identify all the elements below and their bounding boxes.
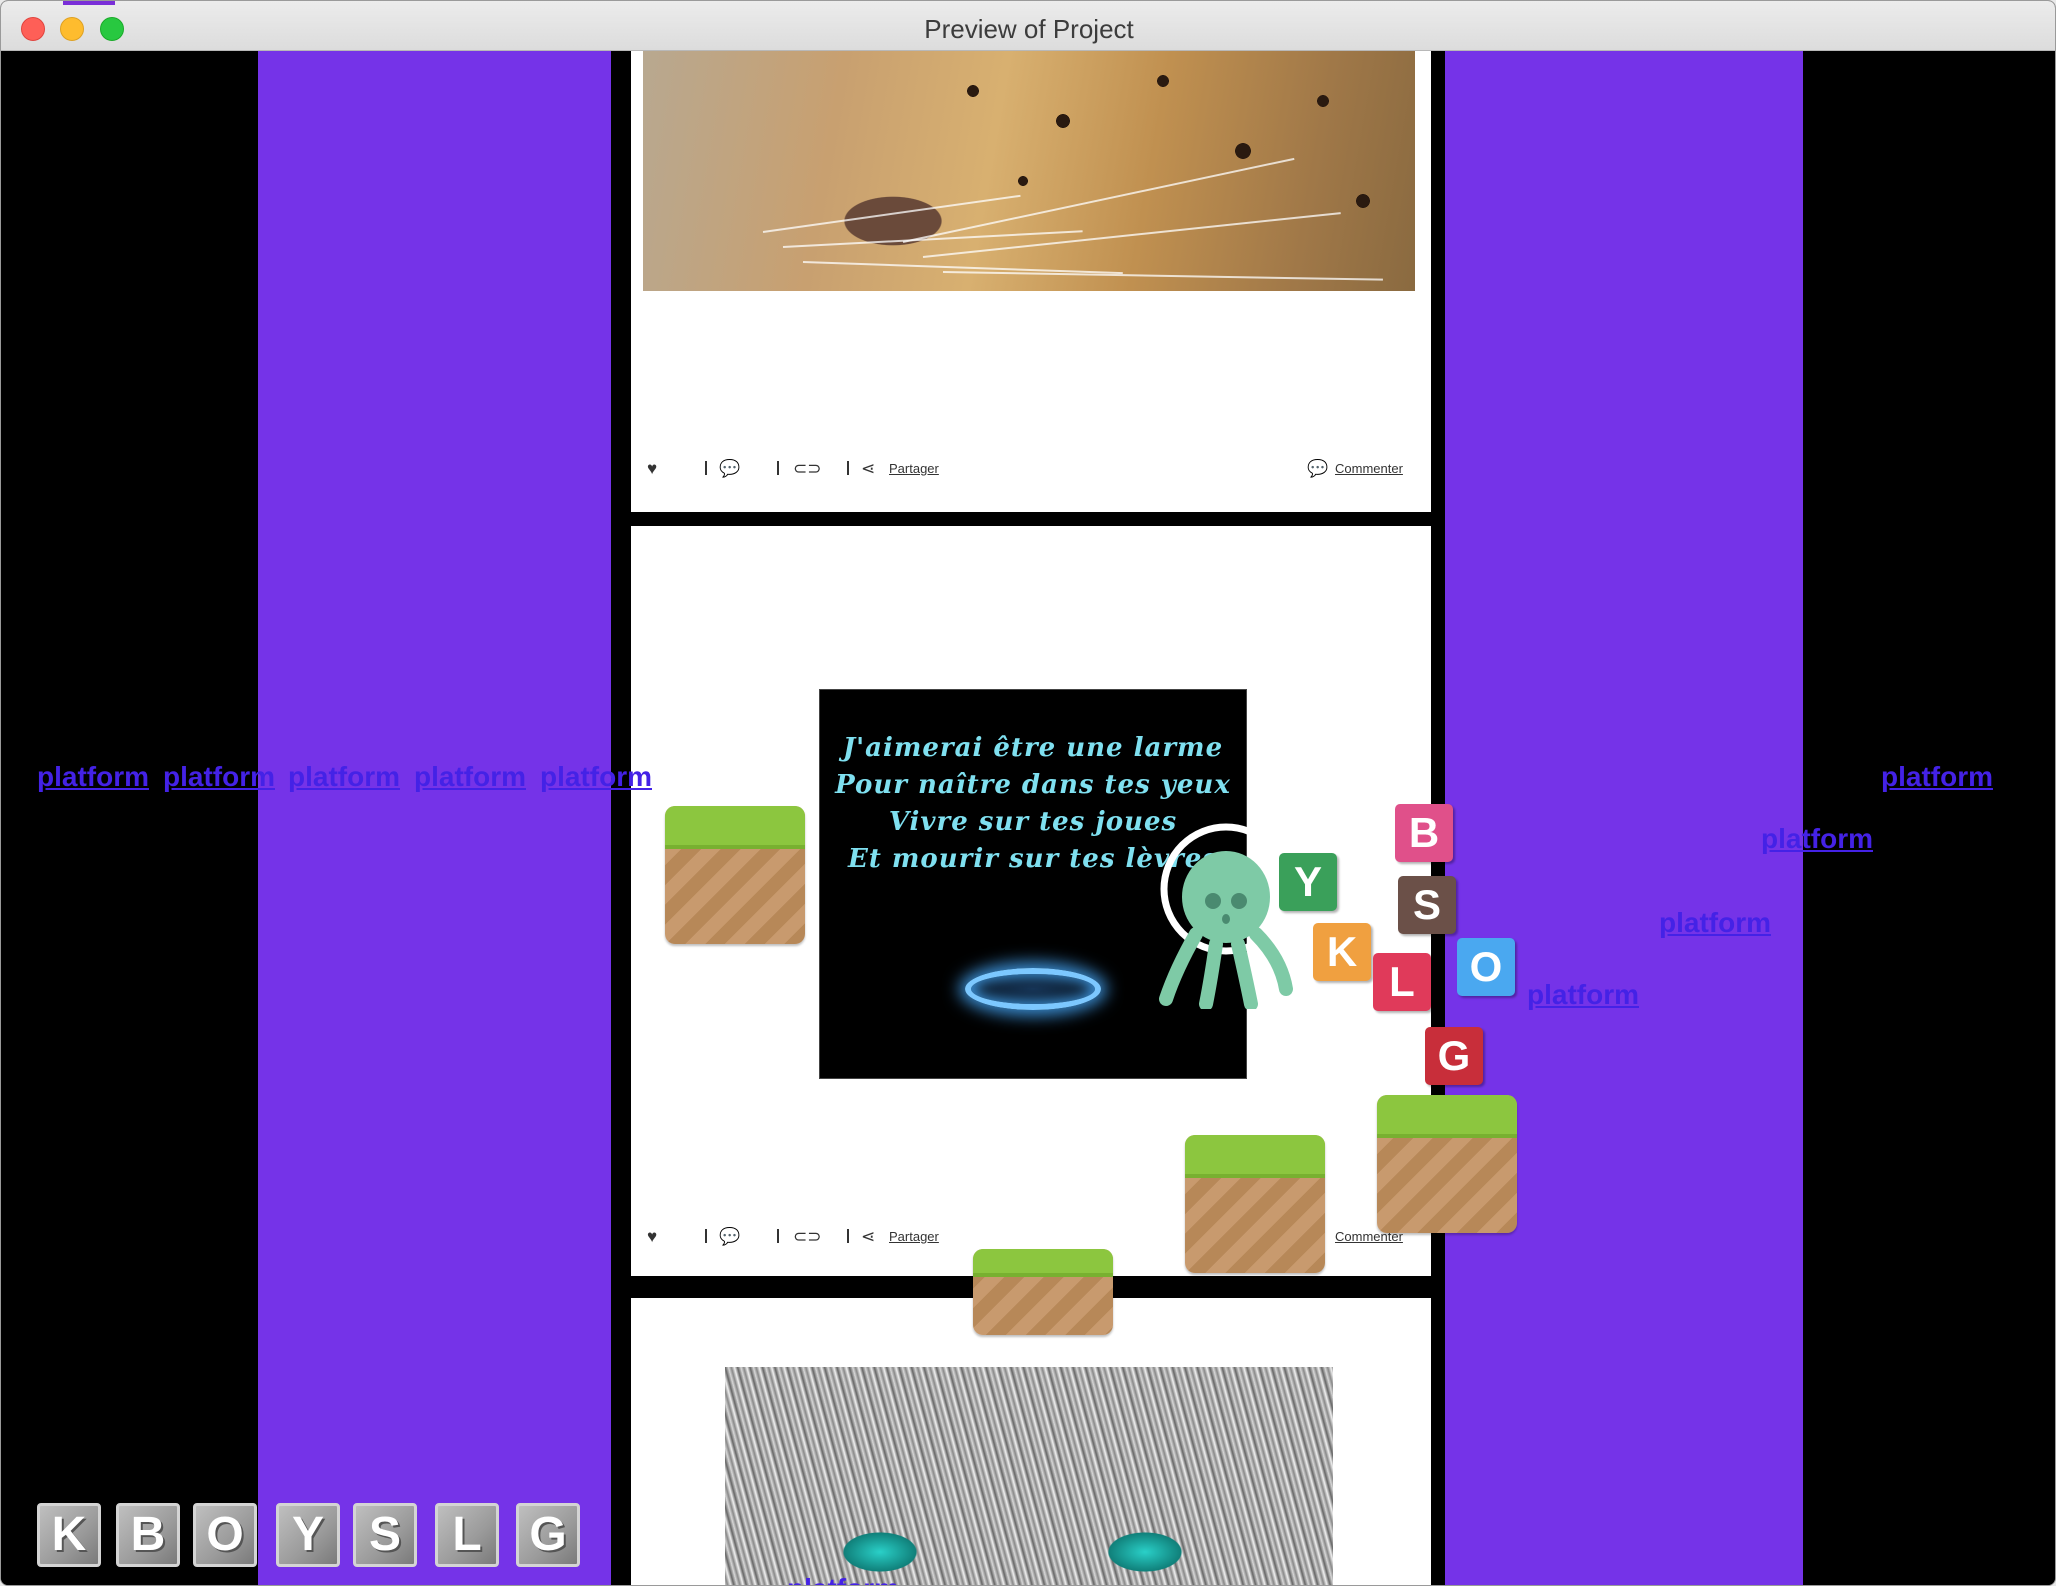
post-actions-bar: ♥ 💬 ⊂⊃ ⋖ Partager 💬 Commenter [643, 455, 1413, 485]
letter-tile-b: B [1395, 804, 1453, 862]
preview-window: Preview of Project ♥ 💬 ⊂⊃ ⋖ Partager 💬 C… [0, 0, 2056, 1586]
poem-line: Pour naître dans tes yeux [835, 770, 1231, 800]
hud-tile-y: Y [276, 1503, 340, 1567]
letter-tile-l: L [1373, 953, 1431, 1011]
platform-label[interactable]: platform [1659, 907, 1771, 939]
leopard-photo [643, 51, 1415, 291]
letter-tile-y: Y [1279, 853, 1337, 911]
hud-tile-b: B [116, 1503, 180, 1567]
comment-link[interactable]: Commenter [1335, 461, 1403, 476]
platform-label[interactable]: platform [288, 761, 400, 793]
poem-line: J'aimerai être une larme [842, 733, 1224, 763]
share-link[interactable]: Partager [889, 1229, 939, 1244]
hud-tile-o: O [193, 1503, 257, 1567]
hud-tile-s: S [353, 1503, 417, 1567]
platform-label[interactable]: platform [1881, 761, 1993, 793]
platform-label[interactable]: platform [37, 761, 149, 793]
game-stage: ♥ 💬 ⊂⊃ ⋖ Partager 💬 Commenter J'aimerai … [1, 51, 2055, 1585]
platform-label[interactable]: platform [1761, 823, 1873, 855]
window-title: Preview of Project [924, 14, 1134, 44]
platform-label[interactable]: platform [540, 761, 652, 793]
heart-icon[interactable]: ♥ [647, 1227, 657, 1247]
alien-character [1159, 823, 1293, 1009]
platform-label[interactable]: platform [787, 1573, 899, 1585]
hud-tile-l: L [435, 1503, 499, 1567]
letter-tile-o: O [1457, 938, 1515, 996]
platform-label[interactable]: platform [414, 761, 526, 793]
ground-block [973, 1249, 1113, 1335]
comment-icon[interactable]: 💬 [1307, 459, 1328, 479]
letter-tile-g: G [1425, 1027, 1483, 1085]
share-link[interactable]: Partager [889, 461, 939, 476]
ground-block [665, 806, 805, 944]
hud-tile-g: G [516, 1503, 580, 1567]
link-icon[interactable]: ⊂⊃ [793, 1227, 822, 1247]
ground-block [1185, 1135, 1325, 1273]
comments-icon[interactable]: 💬 [719, 1227, 740, 1247]
glowing-ring [965, 968, 1101, 1010]
platform-label[interactable]: platform [1527, 979, 1639, 1011]
hud-tile-k: K [37, 1503, 101, 1567]
purple-band-left [258, 51, 611, 1585]
share-icon[interactable]: ⋖ [861, 1227, 875, 1247]
heart-icon[interactable]: ♥ [647, 459, 657, 479]
link-icon[interactable]: ⊂⊃ [793, 459, 822, 479]
platform-label[interactable]: platform [163, 761, 275, 793]
purple-band-right [1445, 51, 1803, 1585]
letter-tile-s: S [1398, 876, 1456, 934]
ground-block [1377, 1095, 1517, 1233]
letter-tile-k: K [1313, 923, 1371, 981]
comments-icon[interactable]: 💬 [719, 459, 740, 479]
tab-fragment [63, 1, 115, 5]
cat-photo [725, 1367, 1333, 1585]
share-icon[interactable]: ⋖ [861, 459, 875, 479]
title-bar: Preview of Project [1, 1, 2055, 51]
